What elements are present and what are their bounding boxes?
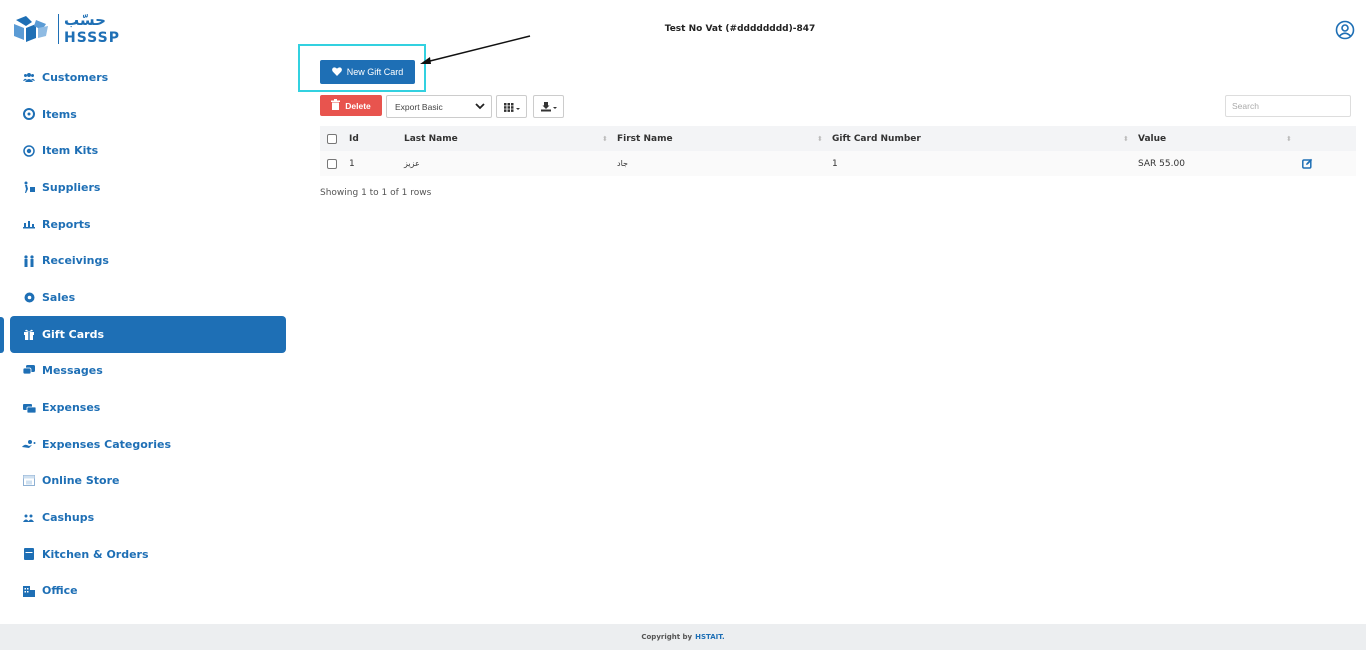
download-icon xyxy=(540,97,557,116)
column-header-first-name[interactable]: First Name xyxy=(617,134,673,144)
sort-icon[interactable]: ⬍ xyxy=(602,135,608,143)
sidebar-item-cashups[interactable]: Cashups xyxy=(10,499,286,536)
store-title: Test No Vat (#dddddddd)-847 xyxy=(664,24,816,34)
export-select[interactable]: Export Basic xyxy=(386,95,492,118)
new-gift-card-button[interactable]: New Gift Card xyxy=(320,60,415,84)
sidebar-nav: Customers Items Item Kits Suppliers Repo… xyxy=(10,59,286,609)
sidebar-item-receivings[interactable]: Receivings xyxy=(10,242,286,279)
sales-icon xyxy=(22,290,36,304)
annotation-arrow-icon xyxy=(420,35,531,64)
sidebar-item-online-store[interactable]: Online Store xyxy=(10,463,286,500)
sidebar-item-label: Expenses xyxy=(42,401,101,415)
receivings-icon xyxy=(22,254,36,268)
logo-english: HSSSP xyxy=(64,30,120,46)
sidebar-item-label: Expenses Categories xyxy=(42,437,172,451)
expenses-icon xyxy=(22,401,36,415)
sidebar-item-messages[interactable]: Messages xyxy=(10,353,286,390)
cell-first-name: جاد xyxy=(617,159,628,168)
column-header-last-name[interactable]: Last Name xyxy=(404,134,458,144)
export-select-value: Export Basic xyxy=(395,101,443,112)
pagination-summary: Showing 1 to 1 of 1 rows xyxy=(320,188,432,198)
sort-icon[interactable]: ⬍ xyxy=(1123,135,1129,143)
users-icon xyxy=(22,70,36,84)
logo-text: حسّب HSSSP xyxy=(64,11,120,46)
delete-label: Delete xyxy=(345,100,371,111)
sidebar: حسّب HSSSP Customers Items Item Kits Sup… xyxy=(0,0,296,624)
grid-icon xyxy=(503,97,520,116)
reports-icon xyxy=(22,217,36,231)
sidebar-item-label: Items xyxy=(42,107,77,121)
kitchen-icon xyxy=(22,547,36,561)
cell-id: 1 xyxy=(349,158,355,169)
column-header-value[interactable]: Value xyxy=(1138,134,1166,144)
sidebar-item-label: Suppliers xyxy=(42,180,101,194)
heart-icon xyxy=(331,66,342,78)
column-header-id[interactable]: Id xyxy=(349,134,359,144)
logo-mark-icon xyxy=(12,12,52,46)
logo[interactable]: حسّب HSSSP xyxy=(12,10,132,48)
expenses-categories-icon xyxy=(22,437,36,451)
delete-button[interactable]: Delete xyxy=(320,95,382,116)
logo-divider xyxy=(58,14,59,44)
cashups-icon xyxy=(22,511,36,525)
sort-icon[interactable]: ⬍ xyxy=(1286,135,1292,143)
sidebar-item-sales[interactable]: Sales xyxy=(10,279,286,316)
active-nav-marker xyxy=(0,317,4,353)
new-gift-card-label: New Gift Card xyxy=(346,67,404,77)
edit-icon[interactable] xyxy=(1302,158,1313,169)
items-icon xyxy=(22,107,36,121)
cell-last-name: عزيز xyxy=(404,159,420,168)
sidebar-item-label: Sales xyxy=(42,290,76,304)
sidebar-item-expenses[interactable]: Expenses xyxy=(10,389,286,426)
page-footer: Copyright by HSTAIT. xyxy=(0,624,1366,650)
user-account-icon[interactable] xyxy=(1335,20,1355,40)
row-checkbox[interactable] xyxy=(327,158,337,169)
sidebar-item-customers[interactable]: Customers xyxy=(10,59,286,96)
gift-icon xyxy=(22,327,36,341)
search-input[interactable] xyxy=(1225,95,1351,117)
sidebar-item-office[interactable]: Office xyxy=(10,573,286,610)
export-button[interactable] xyxy=(533,95,564,118)
suppliers-icon xyxy=(22,180,36,194)
sidebar-item-label: Messages xyxy=(42,364,103,378)
cell-value: SAR 55.00 xyxy=(1138,158,1185,169)
sidebar-item-label: Online Store xyxy=(42,474,120,488)
sidebar-item-items[interactable]: Items xyxy=(10,96,286,133)
cell-gift-card-number: 1 xyxy=(832,158,838,169)
sidebar-item-label: Kitchen & Orders xyxy=(42,547,149,561)
sidebar-item-suppliers[interactable]: Suppliers xyxy=(10,169,286,206)
brand-link[interactable]: HSTAIT. xyxy=(695,633,725,641)
sidebar-item-kitchen-orders[interactable]: Kitchen & Orders xyxy=(10,536,286,573)
sidebar-item-label: Customers xyxy=(42,70,109,84)
messages-icon xyxy=(22,364,36,378)
sidebar-item-gift-cards[interactable]: Gift Cards xyxy=(10,315,286,353)
select-all-checkbox[interactable] xyxy=(327,133,337,144)
sidebar-item-item-kits[interactable]: Item Kits xyxy=(10,132,286,169)
column-header-gift-card-number[interactable]: Gift Card Number xyxy=(832,134,921,144)
sidebar-item-label: Receivings xyxy=(42,254,109,268)
chevron-down-icon xyxy=(475,100,485,114)
columns-toggle-button[interactable] xyxy=(496,95,527,118)
sidebar-item-label: Reports xyxy=(42,217,91,231)
sidebar-item-label: Cashups xyxy=(42,511,95,525)
sort-icon[interactable]: ⬍ xyxy=(817,135,823,143)
sidebar-item-expenses-categories[interactable]: Expenses Categories xyxy=(10,426,286,463)
item-kits-icon xyxy=(22,144,36,158)
sidebar-item-label: Item Kits xyxy=(42,144,99,158)
logo-arabic: حسّب xyxy=(64,11,106,29)
copyright-text: Copyright by xyxy=(641,633,693,641)
sidebar-item-reports[interactable]: Reports xyxy=(10,206,286,243)
gift-cards-table: Id Last Name ⬍ First Name ⬍ Gift Card Nu… xyxy=(320,126,1356,176)
office-icon xyxy=(22,584,36,598)
table-header: Id Last Name ⬍ First Name ⬍ Gift Card Nu… xyxy=(320,126,1356,151)
table-row: 1 عزيز جاد 1 SAR 55.00 xyxy=(320,151,1356,176)
sidebar-item-label: Gift Cards xyxy=(42,327,105,341)
trash-icon xyxy=(331,99,341,112)
sidebar-item-label: Office xyxy=(42,584,78,598)
online-store-icon xyxy=(22,474,36,488)
